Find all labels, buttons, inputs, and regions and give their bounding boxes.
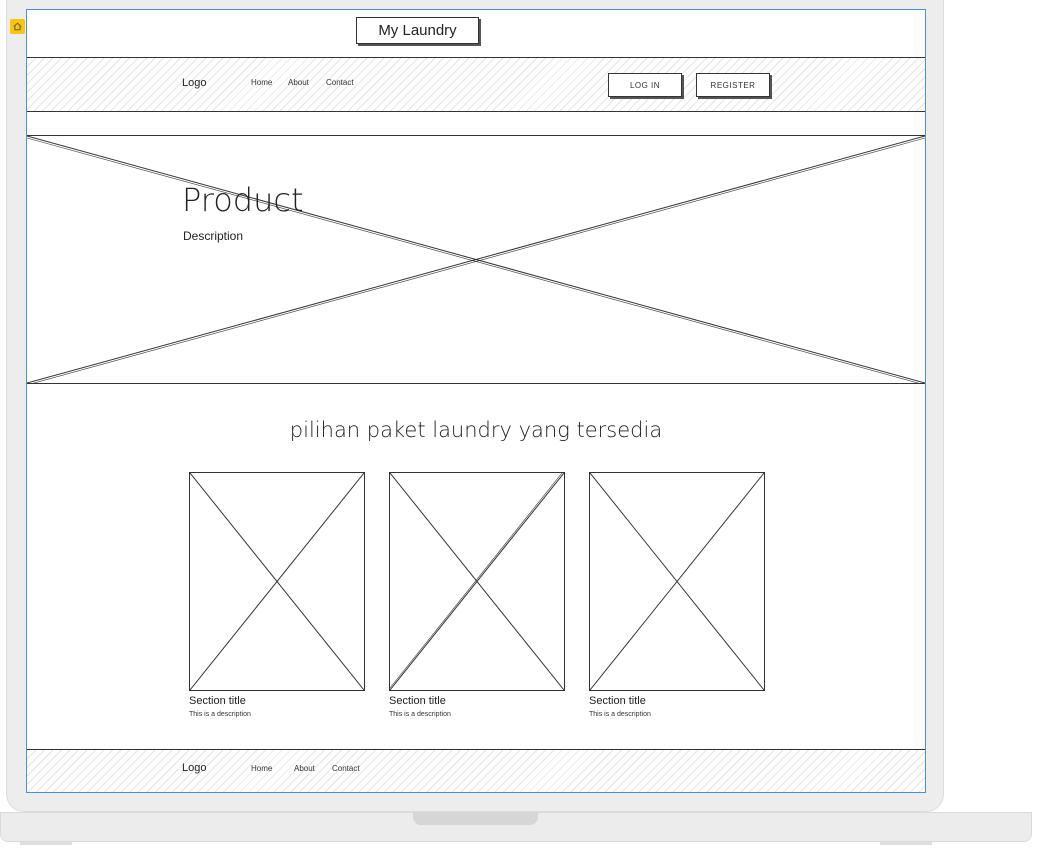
footer: Logo Home About Contact: [27, 749, 925, 792]
card-image-placeholder: [389, 472, 565, 691]
card-image-placeholder: [589, 472, 765, 691]
browser-screen: My Laundry Logo Home About Contact LOG I…: [26, 9, 926, 793]
footer-link-about[interactable]: About: [294, 764, 315, 773]
nav-link-about[interactable]: About: [288, 78, 309, 87]
app-title: My Laundry: [356, 17, 479, 44]
footer-link-contact[interactable]: Contact: [332, 764, 360, 773]
placeholder-cross: [590, 473, 764, 690]
card-title: Section title: [589, 695, 646, 707]
card-description: This is a description: [389, 711, 451, 718]
card-image-placeholder: [189, 472, 365, 691]
nav-link-contact[interactable]: Contact: [326, 78, 354, 87]
register-button[interactable]: REGISTER: [696, 73, 770, 97]
laptop-foot-right: [880, 842, 932, 845]
hero-banner: Product Description: [27, 135, 925, 384]
placeholder-cross: [190, 473, 364, 690]
package-card[interactable]: Section title This is a description: [589, 472, 765, 718]
footer-link-home[interactable]: Home: [251, 764, 272, 773]
placeholder-cross: [390, 473, 564, 690]
laptop-notch: [413, 812, 538, 825]
hero-description: Description: [183, 229, 244, 243]
header-logo[interactable]: Logo: [182, 77, 206, 89]
hero-title: Product: [182, 181, 304, 219]
card-description: This is a description: [189, 711, 251, 718]
package-card[interactable]: Section title This is a description: [389, 472, 565, 718]
card-title: Section title: [389, 695, 446, 707]
home-icon-glyph: [13, 22, 22, 31]
laptop-foot-left: [20, 842, 72, 845]
footer-logo[interactable]: Logo: [182, 762, 206, 774]
card-description: This is a description: [589, 711, 651, 718]
card-title: Section title: [189, 695, 246, 707]
header-navbar: Logo Home About Contact LOG IN REGISTER: [27, 57, 925, 112]
login-button[interactable]: LOG IN: [608, 73, 682, 97]
hero-image-placeholder: [27, 136, 925, 383]
home-icon[interactable]: [10, 19, 25, 34]
packages-heading: pilihan paket laundry yang tersedia: [289, 418, 663, 442]
package-card[interactable]: Section title This is a description: [189, 472, 365, 718]
nav-link-home[interactable]: Home: [251, 78, 272, 87]
